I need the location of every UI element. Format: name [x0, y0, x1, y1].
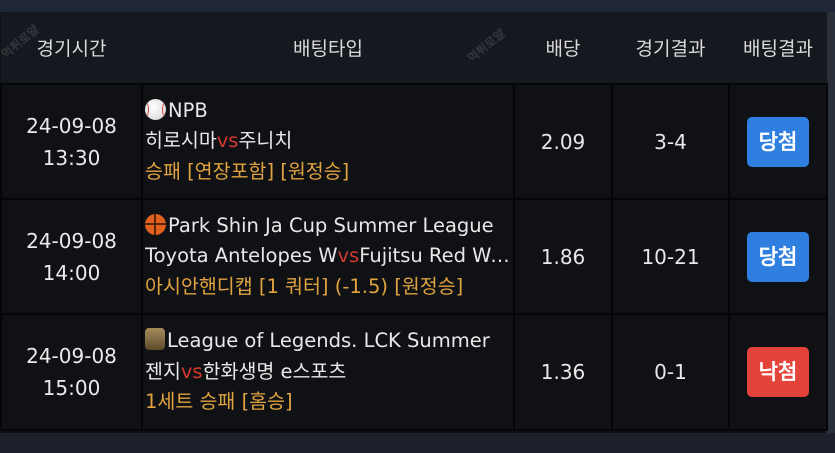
- result-badge-lose: 낙첨: [747, 347, 809, 397]
- score-cell: 3-4: [611, 83, 730, 200]
- header-game-result: 경기결과: [612, 12, 729, 85]
- game-date: 24-09-08: [26, 228, 117, 253]
- table-header: 경기시간 배팅타입 배당 경기결과 배팅결과: [1, 12, 827, 85]
- home-team: 히로시마: [145, 129, 217, 153]
- odds-cell: 1.86: [513, 198, 613, 315]
- game-time-cell: 24-09-08 15:00: [0, 313, 143, 431]
- bet-result-cell: 당첨: [728, 198, 828, 315]
- header-bet-result: 배팅결과: [729, 12, 827, 85]
- bet-type-cell: League of Legends. LCK Summer 젠지vs한화생명 e…: [141, 313, 515, 431]
- market-label: 아시안핸디캡 [1 쿼터] (-1.5) [원정승]: [145, 274, 464, 298]
- away-team: 주니치: [238, 129, 293, 153]
- game-date: 24-09-08: [26, 113, 117, 138]
- game-date: 24-09-08: [26, 344, 117, 368]
- matchup: 젠지vs한화생명 e스포츠: [145, 357, 512, 388]
- market-label: 1세트 승패 [홈승]: [145, 390, 293, 414]
- league-of-legends-icon: [145, 328, 165, 351]
- market-label: 승패 [연장포함] [원정승]: [145, 159, 350, 183]
- baseball-icon: [145, 98, 166, 120]
- table-row: 24-09-08 15:00 League of Legends. LCK Su…: [0, 313, 828, 431]
- table-row: 24-09-08 13:30 NPB 히로시마vs주니치 승패 [연장포함] […: [0, 83, 828, 200]
- matchup: Toyota Antelopes WvsFujitsu Red Wave W: [145, 241, 513, 272]
- vs-label: vs: [216, 129, 239, 153]
- score-cell: 0-1: [611, 313, 730, 431]
- header-odds: 배당: [514, 12, 612, 85]
- game-time: 15:00: [42, 376, 101, 400]
- result-badge-win: 당첨: [747, 231, 809, 282]
- bet-result-cell: 낙첨: [728, 313, 828, 431]
- top-bar: [0, 0, 835, 12]
- vs-label: vs: [337, 244, 360, 268]
- basketball-icon: [145, 213, 166, 235]
- bet-result-cell: 당첨: [728, 83, 828, 200]
- odds-cell: 1.36: [513, 313, 613, 431]
- game-time: 13:30: [42, 145, 101, 170]
- bet-type-cell: NPB 히로시마vs주니치 승패 [연장포함] [원정승]: [141, 83, 515, 200]
- bottom-bar: [0, 433, 835, 453]
- score-cell: 10-21: [611, 198, 730, 315]
- bet-type-cell: Park Shin Ja Cup Summer League Toyota An…: [141, 198, 515, 315]
- result-badge-win: 당첨: [747, 116, 809, 167]
- game-time-cell: 24-09-08 14:00: [0, 198, 143, 315]
- matchup: 히로시마vs주니치: [145, 126, 512, 157]
- game-time-cell: 24-09-08 13:30: [0, 83, 143, 200]
- odds-cell: 2.09: [513, 83, 613, 200]
- header-bet-type: 배팅타입: [142, 12, 514, 85]
- bet-history-table: 경기시간 배팅타입 배당 경기결과 배팅결과 24-09-08 13:30 NP…: [0, 12, 828, 431]
- game-time: 14:00: [42, 260, 101, 285]
- vs-label: vs: [180, 359, 203, 383]
- league-name: Park Shin Ja Cup Summer League: [168, 213, 494, 237]
- away-team: Fujitsu Red Wave W: [359, 244, 513, 268]
- table-row: 24-09-08 14:00 Park Shin Ja Cup Summer L…: [0, 198, 828, 315]
- league-name: League of Legends. LCK Summer: [167, 329, 490, 353]
- league-name: NPB: [168, 98, 208, 122]
- away-team: 한화생명 e스포츠: [202, 359, 347, 383]
- home-team: 젠지: [145, 359, 181, 383]
- home-team: Toyota Antelopes W: [145, 244, 338, 268]
